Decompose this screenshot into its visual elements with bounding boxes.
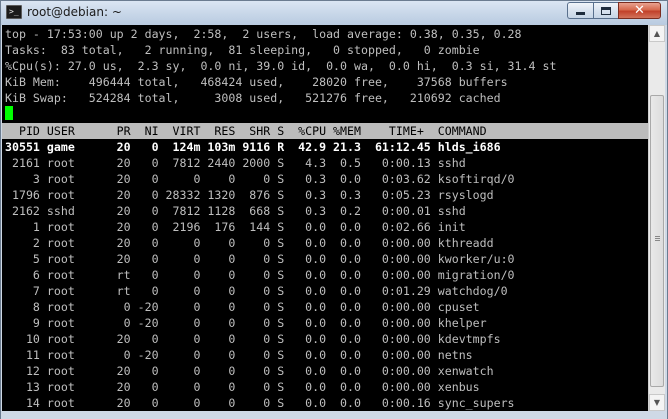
process-row: 2 root 20 0 0 0 0 S 0.0 0.0 0:00.00 kthr… (5, 236, 494, 250)
process-row: 6 root rt 0 0 0 0 S 0.0 0.0 0:00.00 migr… (5, 268, 515, 282)
mem-line: KiB Mem: 496444 total, 468424 used, 2802… (5, 75, 508, 89)
terminal-output[interactable]: top - 17:53:00 up 2 days, 2:58, 2 users,… (2, 25, 648, 411)
process-row: 5 root 20 0 0 0 0 S 0.0 0.0 0:00.00 kwor… (5, 252, 515, 266)
process-row: 11 root 0 -20 0 0 0 S 0.0 0.0 0:00.00 ne… (5, 348, 473, 362)
scrollbar-thumb[interactable] (650, 95, 664, 387)
process-row: 30551 game 20 0 124m 103m 9116 R 42.9 21… (5, 140, 501, 154)
terminal-icon-glyph: >_ (9, 7, 19, 16)
scroll-down-button[interactable]: ▼ (649, 394, 665, 411)
process-row: 7 root rt 0 0 0 0 S 0.0 0.0 0:01.29 watc… (5, 284, 508, 298)
grip-icon (655, 236, 660, 237)
process-header-line: PID USER PR NI VIRT RES SHR S %CPU %MEM … (5, 124, 487, 138)
process-row: 8 root 0 -20 0 0 0 S 0.0 0.0 0:00.00 cpu… (5, 300, 480, 314)
process-row: 2161 root 20 0 7812 2440 2000 S 4.3 0.5 … (5, 156, 466, 170)
tasks-line: Tasks: 83 total, 2 running, 81 sleeping,… (5, 43, 480, 57)
window-bottom-frame (1, 411, 667, 419)
terminal-window: >_ root@debian: ~ ✕ top - 17:53:00 up 2 … (0, 0, 668, 419)
uptime-line: top - 17:53:00 up 2 days, 2:58, 2 users,… (5, 27, 522, 41)
minimize-button[interactable] (567, 2, 593, 19)
process-row: 3 root 20 0 0 0 0 S 0.3 0.0 0:03.62 ksof… (5, 172, 515, 186)
process-row: 10 root 20 0 0 0 0 S 0.0 0.0 0:00.00 kde… (5, 332, 501, 346)
scroll-up-arrow-icon: ▲ (653, 29, 661, 38)
process-row: 9 root 0 -20 0 0 0 S 0.0 0.0 0:00.00 khe… (5, 316, 487, 330)
scroll-up-button[interactable]: ▲ (649, 25, 665, 42)
process-row: 14 root 20 0 0 0 0 S 0.0 0.0 0:00.16 syn… (5, 396, 515, 410)
close-icon: ✕ (634, 3, 645, 18)
maximize-icon (601, 6, 611, 15)
scroll-down-arrow-icon: ▼ (653, 398, 661, 407)
terminal-cursor (5, 106, 13, 120)
window-title: root@debian: ~ (27, 5, 122, 19)
process-row: 1796 root 20 0 28332 1320 876 S 0.3 0.3 … (5, 188, 494, 202)
cpu-line: %Cpu(s): 27.0 us, 2.3 sy, 0.0 ni, 39.0 i… (5, 59, 557, 73)
minimize-icon (576, 12, 585, 15)
caption-buttons: ✕ (567, 2, 661, 21)
vertical-scrollbar[interactable]: ▲ ▼ (648, 25, 665, 411)
process-row: 2162 sshd 20 0 7812 1128 668 S 0.3 0.2 0… (5, 204, 466, 218)
process-row: 12 root 20 0 0 0 0 S 0.0 0.0 0:00.00 xen… (5, 364, 494, 378)
terminal-icon[interactable]: >_ (6, 5, 22, 19)
process-row: 1 root 20 0 2196 176 144 S 0.0 0.0 0:02.… (5, 220, 466, 234)
maximize-button[interactable] (593, 2, 618, 19)
process-row: 13 root 20 0 0 0 0 S 0.0 0.0 0:00.00 xen… (5, 380, 480, 394)
swap-line: KiB Swap: 524284 total, 3008 used, 52127… (5, 91, 501, 105)
close-button[interactable]: ✕ (618, 2, 661, 19)
title-bar[interactable]: >_ root@debian: ~ ✕ (1, 1, 667, 25)
